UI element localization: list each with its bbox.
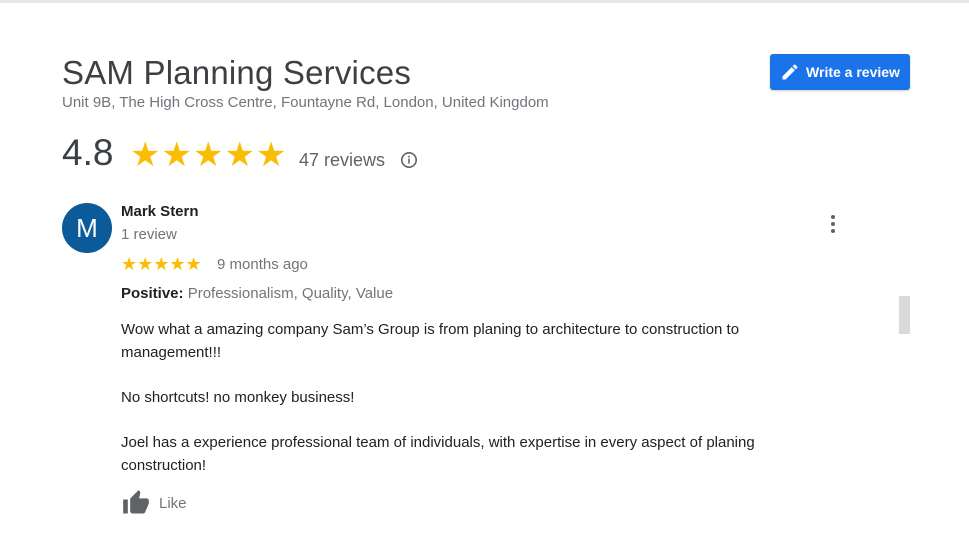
scrollbar-thumb[interactable] [899, 296, 910, 334]
thumbs-up-icon [123, 490, 149, 514]
business-address: Unit 9B, The High Cross Centre, Fountayn… [62, 94, 549, 111]
more-options-icon[interactable] [823, 212, 843, 236]
reviewer-review-count: 1 review [121, 226, 177, 243]
info-icon[interactable] [400, 151, 418, 174]
review-time: 9 months ago [217, 256, 308, 273]
avatar-letter: M [76, 212, 98, 243]
overall-stars: ★★★★★ [130, 136, 288, 174]
review-text: Wow what a amazing company Sam’s Group i… [121, 318, 841, 499]
review-paragraph: Wow what a amazing company Sam’s Group i… [121, 321, 740, 361]
reviews-count[interactable]: 47 reviews [299, 150, 385, 171]
reviewer-name[interactable]: Mark Stern [121, 203, 199, 220]
write-review-label: Write a review [806, 64, 900, 80]
write-review-button[interactable]: Write a review [770, 54, 910, 90]
pencil-icon [782, 64, 798, 80]
review-paragraph: Joel has a experience professional team … [121, 434, 755, 474]
business-name: SAM Planning Services [62, 54, 412, 91]
top-border [0, 0, 969, 3]
overall-rating: 4.8 [62, 132, 114, 173]
positive-attributes: Positive: Professionalism, Quality, Valu… [121, 285, 393, 302]
like-button[interactable]: Like [121, 489, 187, 517]
positive-label: Positive: [121, 285, 184, 302]
review-stars: ★★★★★ [121, 254, 202, 274]
review-paragraph: No shortcuts! no monkey business! [121, 389, 355, 406]
positive-values: Professionalism, Quality, Value [187, 285, 394, 302]
avatar[interactable]: M [62, 203, 112, 253]
like-label: Like [159, 494, 187, 512]
